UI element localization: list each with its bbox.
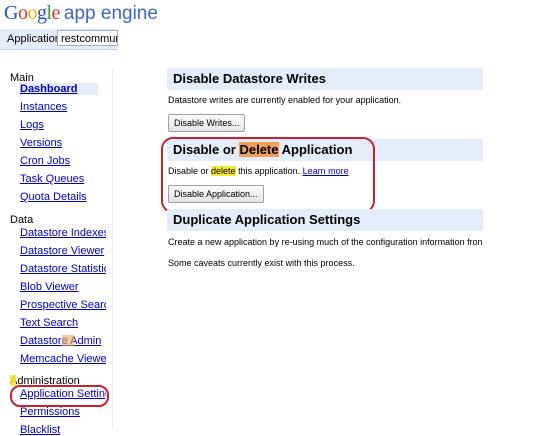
section-title-duplicate-settings: Duplicate Application Settings — [167, 209, 483, 231]
sidebar-item-datastore-indexes[interactable]: Datastore Indexes — [20, 227, 106, 239]
delete-description: Disable or delete this application. Lear… — [168, 166, 349, 176]
sidebar-item-versions[interactable]: Versions — [20, 137, 106, 149]
duplicate-line-2: Some caveats currently exist with this p… — [168, 258, 355, 268]
sidebar-item-permissions[interactable]: Permissions — [20, 406, 106, 418]
title-delete-highlight: Delete — [239, 142, 279, 157]
sidebar-item-quota-details[interactable]: Quota Details — [20, 191, 106, 203]
sidebar: Main Dashboard Instances Logs Versions C… — [0, 68, 113, 436]
sidebar-item-blacklist[interactable]: Blacklist — [20, 424, 106, 436]
sidebar-item-datastore-statistics[interactable]: Datastore Statistics — [20, 263, 106, 275]
sidebar-item-cron-jobs[interactable]: Cron Jobs — [20, 155, 106, 167]
sidebar-item-application-settings[interactable]: Application Settings — [20, 388, 106, 400]
disable-application-button[interactable]: Disable Application... — [168, 185, 264, 203]
title-post: Application — [278, 142, 353, 157]
application-label: Application: — [7, 33, 64, 45]
duplicate-line-1: Create a new application by re-using muc… — [168, 237, 482, 247]
product-name: app engine — [63, 3, 158, 24]
writes-description: Datastore writes are currently enabled f… — [168, 95, 402, 105]
desc-pre: Disable or — [168, 166, 212, 176]
admin-highlight — [62, 335, 74, 346]
application-bar: Application: restcommunity — [0, 29, 118, 50]
sidebar-item-dashboard[interactable]: Dashboard — [20, 83, 98, 95]
sidebar-item-prospective-search[interactable]: Prospective Search — [20, 299, 106, 311]
sidebar-item-blob-viewer[interactable]: Blob Viewer — [20, 281, 106, 293]
google-app-engine-logo[interactable]: Google app engine — [4, 2, 158, 25]
sidebar-item-logs[interactable]: Logs — [20, 119, 106, 131]
section-title-disable-writes: Disable Datastore Writes — [167, 68, 483, 90]
application-selector[interactable]: restcommunity — [57, 30, 118, 46]
datastore-admin-label: Datastore Admin — [20, 335, 102, 347]
disable-writes-button[interactable]: Disable Writes... — [168, 114, 246, 132]
sidebar-item-task-queues[interactable]: Task Queues — [20, 173, 106, 185]
sidebar-heading-administration: Administration — [10, 375, 80, 387]
sidebar-item-memcache-viewer[interactable]: Memcache Viewer — [20, 353, 106, 365]
desc-delete-highlight: delete — [211, 166, 236, 176]
google-wordmark: Google — [4, 2, 60, 24]
section-title-disable-delete: Disable or Delete Application — [167, 139, 483, 161]
sidebar-heading-data: Data — [10, 214, 34, 226]
sidebar-item-instances[interactable]: Instances — [20, 101, 106, 113]
title-pre: Disable or — [173, 142, 240, 157]
administration-highlight — [10, 375, 16, 386]
learn-more-link[interactable]: Learn more — [303, 166, 349, 176]
sidebar-item-datastore-viewer[interactable]: Datastore Viewer — [20, 245, 106, 257]
sidebar-item-text-search[interactable]: Text Search — [20, 317, 106, 329]
desc-post: this application. — [235, 166, 303, 176]
